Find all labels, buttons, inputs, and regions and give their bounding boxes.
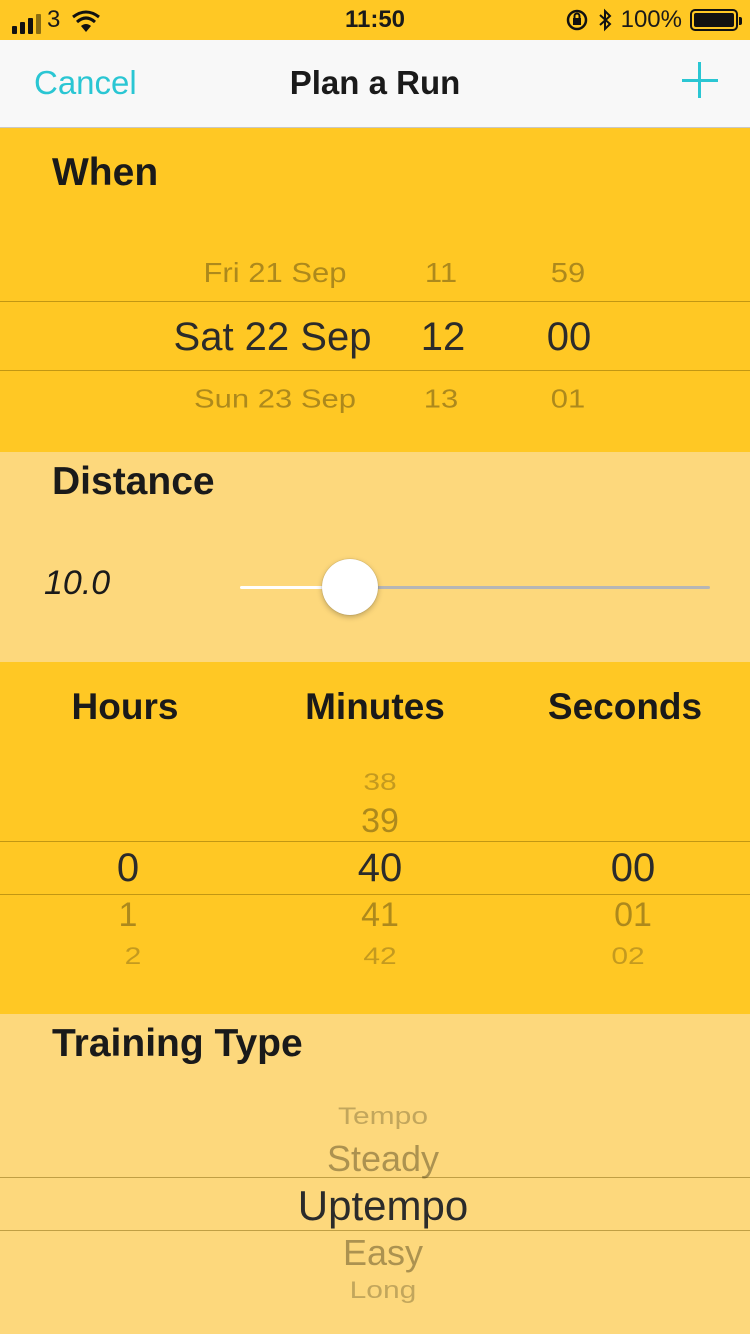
hours-option[interactable]: 1	[78, 896, 178, 935]
picker-selection-bottom-line	[0, 370, 750, 371]
distance-section: Distance 10.0	[0, 452, 750, 662]
bluetooth-icon	[598, 8, 612, 32]
minute-option[interactable]: 01	[525, 384, 611, 415]
picker-selection-bottom-line	[0, 894, 750, 895]
training-option[interactable]: Tempo	[233, 1103, 533, 1130]
hour-option-selected[interactable]: 12	[400, 315, 486, 360]
hours-option[interactable]: 2	[83, 943, 183, 970]
hour-option[interactable]: 11	[400, 257, 482, 289]
battery-percent: 100%	[620, 6, 682, 33]
status-bar: 3 11:50 100%	[0, 0, 750, 40]
minute-option[interactable]: 59	[525, 257, 611, 289]
plus-icon[interactable]	[680, 60, 720, 100]
navigation-bar: Cancel Plan a Run	[0, 40, 750, 128]
date-option[interactable]: Sun 23 Sep	[150, 384, 400, 415]
seconds-option[interactable]: 01	[583, 896, 683, 935]
minutes-option[interactable]: 39	[330, 802, 430, 841]
picker-selection-top-line	[0, 301, 750, 302]
seconds-heading: Seconds	[547, 686, 703, 727]
training-option[interactable]: Easy	[233, 1232, 533, 1274]
page-title: Plan a Run	[289, 64, 461, 101]
minute-option-selected[interactable]: 00	[525, 315, 613, 360]
orientation-lock-icon	[566, 9, 587, 31]
minutes-option[interactable]: 42	[330, 943, 430, 970]
duration-section: Hours Minutes Seconds 0 1 2 38 39 40 41 …	[0, 662, 750, 1014]
distance-value: 10.0	[44, 564, 111, 602]
seconds-option[interactable]: 02	[578, 943, 678, 970]
when-heading: When	[52, 151, 159, 194]
training-type-section: Training Type Tempo Steady Uptempo Easy …	[0, 1014, 750, 1334]
picker-selection-bottom-line	[0, 1230, 750, 1231]
training-type-heading: Training Type	[52, 1022, 303, 1065]
minutes-heading: Minutes	[305, 686, 445, 727]
hour-option[interactable]: 13	[400, 384, 482, 415]
picker-selection-top-line	[0, 841, 750, 842]
training-option[interactable]: Steady	[233, 1138, 533, 1180]
distance-slider-thumb[interactable]	[322, 559, 378, 615]
date-option[interactable]: Fri 21 Sep	[150, 257, 400, 289]
training-option[interactable]: Long	[233, 1277, 533, 1304]
status-right: 100%	[565, 6, 742, 34]
date-option-selected[interactable]: Sat 22 Sep	[140, 315, 405, 360]
training-option-selected[interactable]: Uptempo	[233, 1182, 533, 1230]
minutes-option-selected[interactable]: 40	[330, 846, 430, 891]
battery-icon	[690, 9, 742, 31]
when-section: When Fri 21 Sep Sat 22 Sep Sun 23 Sep 11…	[0, 129, 750, 452]
hours-heading: Hours	[71, 686, 179, 727]
minutes-option[interactable]: 41	[330, 896, 430, 935]
distance-heading: Distance	[52, 460, 215, 503]
seconds-option-selected[interactable]: 00	[583, 846, 683, 891]
minutes-option[interactable]: 38	[330, 769, 430, 796]
hours-option-selected[interactable]: 0	[78, 846, 178, 891]
distance-slider-track[interactable]	[350, 586, 710, 589]
